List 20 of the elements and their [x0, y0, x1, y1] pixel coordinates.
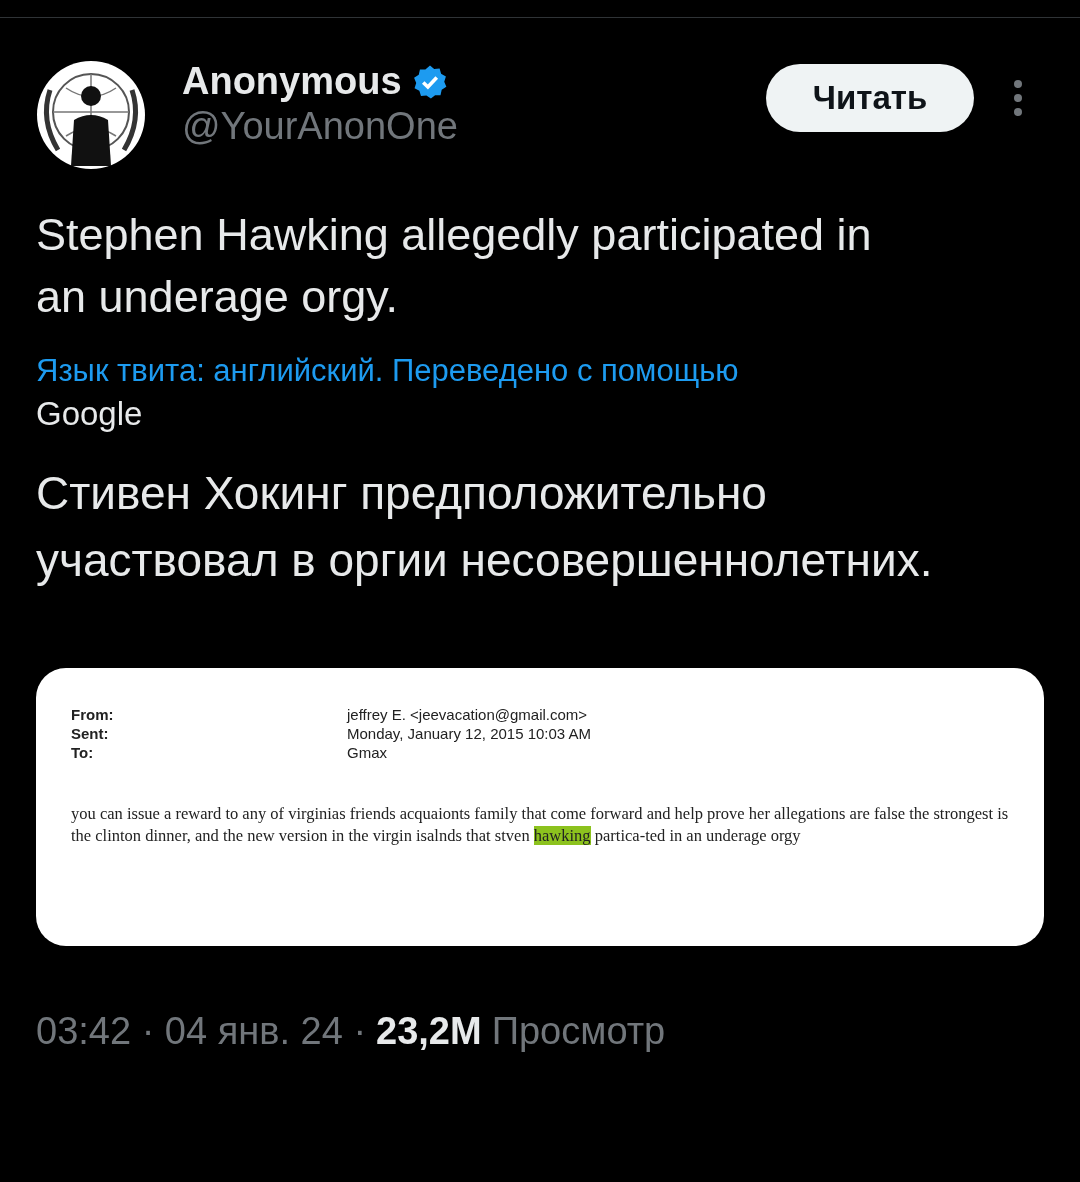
post-time: 03:42 · 04 янв. 24 ·	[36, 1010, 367, 1053]
email-body: you can issue a reward to any of virginias friends acquaionts family that come forward and help prove her allegations are false the strongest is the clinton dinner, and the new version in the virgin isalnds that stven hawking partica-ted in an underage orgy	[71, 803, 1010, 847]
header-label: To:	[71, 744, 95, 761]
author-name[interactable]: Anonymous	[182, 60, 402, 103]
views-label: Просмотр	[491, 1010, 666, 1053]
header-value: Gmax	[347, 744, 388, 761]
translation-note[interactable]: Язык твита: английский. Переведено с помощью	[36, 350, 1044, 392]
header-label: From:	[71, 706, 115, 723]
tweet-text: Stephen Hawking allegedly participated in an underage orgy.	[36, 208, 873, 324]
translation-provider: Google	[36, 394, 144, 434]
email-document[interactable]	[36, 668, 1044, 946]
author-handle[interactable]: @YourAnonOne	[182, 105, 766, 148]
header-label: Sent:	[71, 725, 110, 742]
header-value: jeffrey E. <jeevacation@gmail.com>	[347, 706, 589, 723]
views-count: 23,2M	[376, 1010, 482, 1053]
avatar-emblem-icon[interactable]	[36, 60, 146, 170]
translated-text: Стивен Хокинг предположительно участвовал в оргии несовершеннолетних.	[36, 466, 934, 588]
header-value: Monday, January 12, 2015 10:03 AM	[347, 725, 593, 742]
more-options-icon[interactable]	[1012, 78, 1024, 118]
follow-button[interactable]: Читать	[766, 64, 974, 132]
